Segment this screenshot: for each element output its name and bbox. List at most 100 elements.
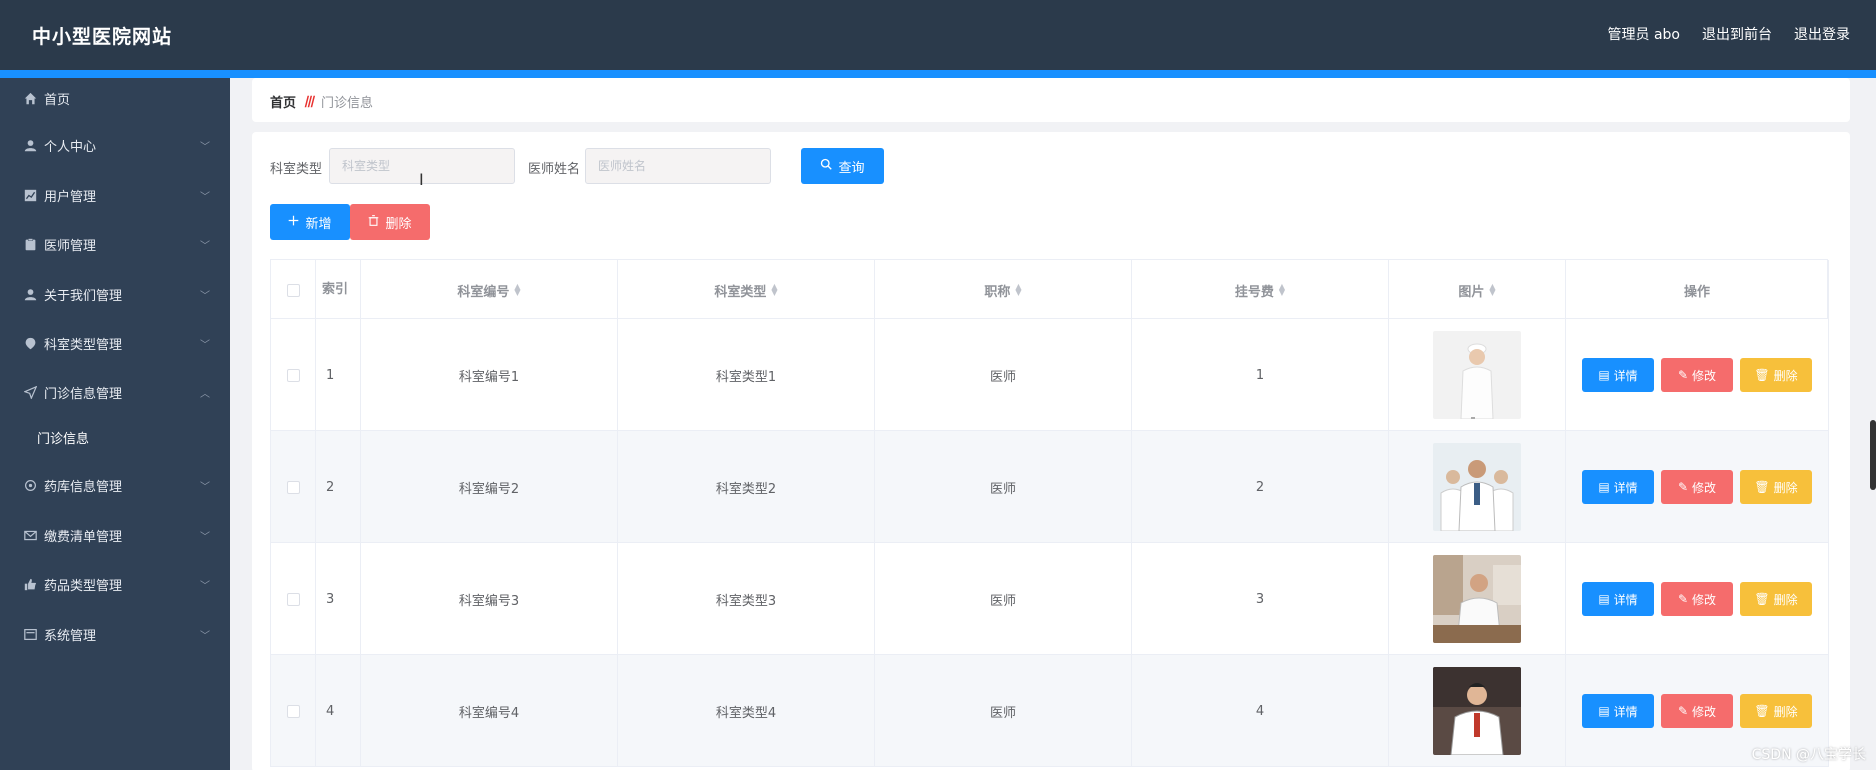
edit-button[interactable]: ✎ 修改: [1661, 582, 1733, 616]
sidebar-item-system[interactable]: 系统管理 ﹀: [0, 614, 230, 654]
cell-title: 医师: [875, 543, 1132, 655]
delete-button[interactable]: 🗑 删除: [1740, 358, 1812, 392]
sidebar-item-user-management[interactable]: 用户管理 ﹀: [0, 175, 230, 215]
user-icon: [22, 137, 38, 153]
trash-icon: 🗑: [1754, 368, 1770, 382]
sidebar-item-home[interactable]: 首页: [0, 78, 230, 118]
sidebar-item-label: 用户管理: [44, 189, 97, 205]
sidebar-item-payment-list[interactable]: 缴费清单管理 ﹀: [0, 515, 230, 555]
page-scrollbar[interactable]: [1870, 420, 1876, 490]
cell-index: 2: [316, 431, 361, 543]
back-to-frontend-link[interactable]: 退出到前台: [1702, 24, 1772, 44]
mail-icon: [22, 527, 38, 543]
text-cursor-icon: I: [419, 170, 424, 189]
cell-index: 4: [316, 655, 361, 767]
cell-dept-no: 科室编号1: [361, 319, 618, 431]
user-icon: [22, 286, 38, 302]
table-row: 4 科室编号4 科室类型4 医师 4 ▤ 详情 ✎ 修改 🗑 删除: [270, 655, 1829, 767]
column-dept-type[interactable]: 科室类型 ▲ ▼: [618, 260, 875, 320]
sidebar-item-outpatient-info-management[interactable]: 门诊信息管理 ︿: [0, 372, 230, 412]
row-checkbox[interactable]: [286, 480, 300, 494]
sidebar-item-dept-type[interactable]: 科室类型管理 ﹀: [0, 323, 230, 363]
select-all-checkbox[interactable]: [286, 283, 300, 297]
sidebar-item-label: 关于我们管理: [44, 288, 123, 304]
row-checkbox-cell: [271, 655, 316, 767]
detail-button[interactable]: ▤ 详情: [1582, 694, 1654, 728]
column-title[interactable]: 职称 ▲ ▼: [875, 260, 1132, 320]
breadcrumb-home[interactable]: 首页: [270, 92, 296, 111]
pencil-icon: ✎: [1677, 592, 1689, 606]
doctor-photo[interactable]: [1433, 555, 1521, 643]
edit-button[interactable]: ✎ 修改: [1661, 358, 1733, 392]
cell-fee: 1: [1132, 319, 1389, 431]
doctor-photo[interactable]: [1433, 443, 1521, 531]
chevron-down-icon: ﹀: [200, 339, 210, 351]
cell-fee: 3: [1132, 543, 1389, 655]
detail-label: 详情: [1613, 704, 1638, 719]
admin-user-link[interactable]: 管理员 abo: [1608, 24, 1680, 44]
row-checkbox[interactable]: [286, 704, 300, 718]
site-title: 中小型医院网站: [32, 26, 173, 48]
logout-link[interactable]: 退出登录: [1794, 24, 1850, 44]
sidebar-item-label: 首页: [44, 92, 71, 108]
doctor-name-label: 医师姓名: [528, 162, 581, 177]
row-checkbox[interactable]: [286, 592, 300, 606]
sidebar-item-label: 药品类型管理: [44, 578, 123, 594]
cell-index: 3: [316, 543, 361, 655]
cell-dept-type: 科室类型2: [618, 431, 875, 543]
breadcrumb-current: 门诊信息: [321, 96, 374, 111]
cell-image: [1389, 655, 1566, 767]
cell-dept-no: 科室编号4: [361, 655, 618, 767]
search-form: 科室类型 医师姓名 查询: [270, 148, 970, 186]
row-checkbox[interactable]: [286, 368, 300, 382]
document-icon: ▤: [1598, 592, 1610, 606]
main-content: 科室类型 医师姓名 查询 新增 删除 索引 科室编号: [252, 132, 1850, 770]
window-icon: [22, 626, 38, 642]
delete-label: 删除: [1773, 480, 1798, 495]
doctor-photo[interactable]: [1433, 667, 1521, 755]
doctor-name-input[interactable]: [585, 148, 771, 184]
detail-button[interactable]: ▤ 详情: [1582, 470, 1654, 504]
pencil-icon: ✎: [1677, 368, 1689, 382]
query-button[interactable]: 查询: [801, 148, 884, 184]
sidebar-item-label: 门诊信息管理: [44, 386, 123, 402]
detail-label: 详情: [1613, 480, 1638, 495]
edit-button[interactable]: ✎ 修改: [1661, 470, 1733, 504]
column-image[interactable]: 图片 ▲ ▼: [1389, 260, 1566, 320]
chevron-down-icon: ﹀: [200, 191, 210, 203]
sidebar-item-doctor-management[interactable]: 医师管理 ﹀: [0, 224, 230, 264]
cell-title: 医师: [875, 319, 1132, 431]
column-label: 科室编号: [457, 284, 510, 300]
trash-icon: 🗑: [1754, 480, 1770, 494]
column-dept-no[interactable]: 科室编号 ▲ ▼: [361, 260, 618, 320]
delete-button[interactable]: 🗑 删除: [1740, 694, 1812, 728]
breadcrumb-card: 首页 ꔖ 门诊信息: [252, 78, 1850, 122]
batch-delete-button[interactable]: 删除: [350, 204, 430, 240]
sidebar-item-pharmacy-info[interactable]: 药库信息管理 ﹀: [0, 465, 230, 505]
delete-button[interactable]: 🗑 删除: [1740, 470, 1812, 504]
cell-title: 医师: [875, 431, 1132, 543]
sidebar-item-personal-center[interactable]: 个人中心 ﹀: [0, 125, 230, 165]
detail-button[interactable]: ▤ 详情: [1582, 358, 1654, 392]
doctor-photo[interactable]: [1433, 331, 1521, 419]
trash-icon: 🗑: [1754, 592, 1770, 606]
delete-button[interactable]: 🗑 删除: [1740, 582, 1812, 616]
sidebar-item-drug-type[interactable]: 药品类型管理 ﹀: [0, 564, 230, 604]
location-icon: [22, 335, 38, 351]
column-index: 索引: [316, 260, 361, 320]
delete-label: 删除: [1773, 592, 1798, 607]
column-fee[interactable]: 挂号费 ▲ ▼: [1132, 260, 1389, 320]
thumb-icon: [22, 576, 38, 592]
cell-dept-type: 科室类型1: [618, 319, 875, 431]
sort-icon: ▲ ▼: [1015, 282, 1022, 297]
sidebar-item-about-us[interactable]: 关于我们管理 ﹀: [0, 274, 230, 314]
detail-label: 详情: [1613, 368, 1638, 383]
watermark: CSDN @八宝学长: [1751, 747, 1866, 763]
sidebar-subitem-outpatient-info[interactable]: 门诊信息: [0, 417, 230, 457]
chevron-down-icon: ﹀: [200, 580, 210, 592]
add-button[interactable]: 新增: [270, 204, 350, 240]
edit-button[interactable]: ✎ 修改: [1661, 694, 1733, 728]
sidebar-item-label: 药库信息管理: [44, 479, 123, 495]
sort-icon: ▲ ▼: [771, 282, 778, 297]
detail-button[interactable]: ▤ 详情: [1582, 582, 1654, 616]
